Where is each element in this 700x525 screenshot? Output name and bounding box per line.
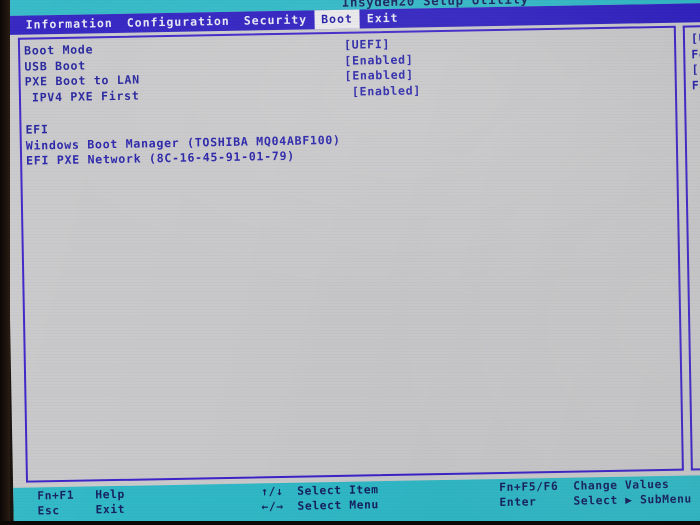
bios-screen: InsydeH20 Setup Utility Information Conf… — [4, 0, 700, 525]
key-label: Enter — [499, 495, 537, 510]
help-line: [Le — [691, 61, 700, 77]
display-bezel-left — [0, 0, 10, 525]
key-help-row-help[interactable]: Fn+F1 Help — [37, 488, 125, 505]
key-label: Fn+F5/F6 — [499, 479, 559, 495]
key-label: Esc — [37, 504, 60, 518]
settings-list: Boot Mode [UEFI] USB Boot [Enabled] PXE … — [24, 32, 666, 169]
bios-screen-photo: InsydeH20 Setup Utility Information Conf… — [0, 0, 700, 525]
tab-exit[interactable]: Exit — [360, 9, 406, 29]
help-line: For — [691, 46, 700, 61]
key-description: Help — [95, 487, 125, 502]
key-help-row-select-menu[interactable]: ←/→ Select Menu — [261, 498, 379, 515]
key-label: Fn+F1 — [37, 488, 75, 503]
key-help-row-exit[interactable]: Esc Exit — [37, 503, 125, 520]
key-description: Select Item — [297, 483, 379, 498]
help-panel: [UE For [Le For — [682, 22, 700, 471]
arrow-up-down-icon: ↑/↓ — [261, 484, 284, 499]
display-bezel-bottom — [0, 521, 700, 525]
help-panel-content: [UE For [Le For — [691, 29, 700, 94]
key-description: Select Menu — [297, 498, 380, 513]
tab-configuration[interactable]: Configuration — [120, 12, 237, 33]
key-description: Exit — [95, 502, 126, 517]
key-help-row-select-submenu[interactable]: Enter Select ▶ SubMenu — [499, 492, 692, 511]
tab-information[interactable]: Information — [18, 14, 120, 35]
setting-value[interactable]: [Enabled] — [344, 68, 413, 83]
setting-value[interactable]: [Enabled] — [344, 52, 413, 67]
setting-value[interactable]: [UEFI] — [344, 37, 390, 52]
arrow-left-right-icon: ←/→ — [261, 499, 284, 514]
key-description: Select ▶ SubMenu — [573, 492, 692, 508]
key-help-column-1: Fn+F1 Help Esc Exit — [37, 488, 125, 520]
tab-security[interactable]: Security — [237, 10, 315, 30]
help-line: For — [691, 77, 700, 92]
key-help-column-3: Fn+F5/F6 Change Values Enter Select ▶ Su… — [499, 477, 692, 511]
key-description: Change Values — [573, 477, 670, 493]
help-line: [UE — [690, 30, 700, 46]
setting-value[interactable]: [Enabled] — [352, 83, 421, 98]
key-help-bar: Fn+F1 Help Esc Exit ↑/↓ Select Item ←/→ … — [13, 474, 700, 525]
boot-settings-panel: Boot Mode [UEFI] USB Boot [Enabled] PXE … — [17, 25, 684, 483]
tab-boot[interactable]: Boot — [313, 9, 361, 30]
key-help-column-2: ↑/↓ Select Item ←/→ Select Menu — [261, 483, 379, 515]
